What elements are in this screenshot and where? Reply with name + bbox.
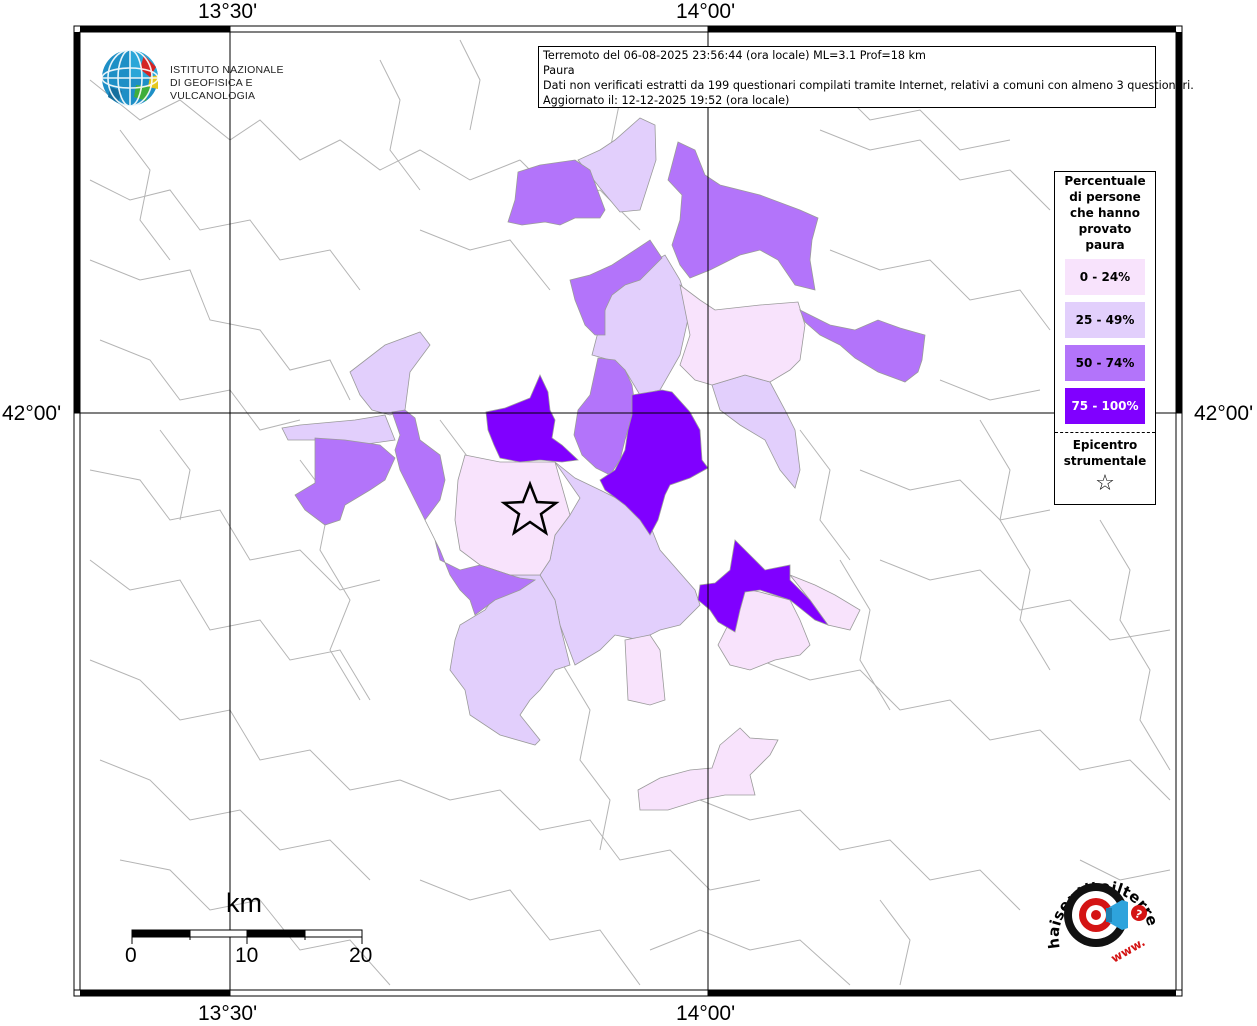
ingv-logo-text: ISTITUTO NAZIONALE DI GEOFISICA E VULCAN… — [170, 64, 320, 103]
legend-class-25-49: 25 - 49% — [1065, 302, 1145, 338]
scale-tick-10: 10 — [235, 944, 259, 967]
legend-divider — [1055, 432, 1155, 433]
legend-title-line: paura — [1085, 238, 1125, 252]
legend-title-line: che hanno — [1070, 206, 1140, 220]
ingv-logo: ISTITUTO NAZIONALE DI GEOFISICA E VULCAN… — [100, 47, 320, 111]
left-label-4200: 42°00' — [2, 402, 62, 425]
globe-icon — [101, 49, 159, 107]
info-line-parameter: Paura — [543, 64, 575, 77]
legend: Percentuale di persone che hanno provato… — [1054, 171, 1156, 505]
bottom-label-1400: 14°00' — [676, 1002, 736, 1025]
legend-class-75-100: 75 - 100% — [1065, 388, 1145, 424]
ingv-logo-line: ISTITUTO NAZIONALE — [170, 64, 284, 76]
legend-epicenter-line: strumentale — [1063, 454, 1147, 468]
ingv-logo-line: DI GEOFISICA E VULCANOLOGIA — [170, 77, 256, 102]
info-line-disclaimer: Dati non verificati estratti da 199 ques… — [543, 79, 1194, 92]
scale-tick-20: 20 — [349, 944, 373, 967]
legend-epicenter-label: Epicentro strumentale — [1055, 437, 1155, 469]
info-line-event: Terremoto del 06-08-2025 23:56:44 (ora l… — [543, 49, 926, 62]
hst-logo: haisentitoilterremoto.it ? www. — [1022, 846, 1180, 980]
right-label-4200: 42°00' — [1194, 402, 1254, 425]
legend-star-icon: ☆ — [1095, 471, 1115, 496]
legend-epicenter-line: Epicentro — [1072, 438, 1138, 452]
scale-title: km — [226, 888, 262, 918]
legend-class-50-74: 50 - 74% — [1065, 345, 1145, 381]
legend-title-line: Percentuale — [1064, 174, 1146, 188]
bottom-label-1330: 13°30' — [198, 1002, 258, 1025]
legend-title-line: di persone — [1069, 190, 1141, 204]
legend-class-0-24: 0 - 24% — [1065, 259, 1145, 295]
info-line-updated: Aggiornato il: 12-12-2025 19:52 (ora loc… — [543, 94, 790, 107]
top-label-1400: 14°00' — [676, 0, 736, 23]
legend-title: Percentuale di persone che hanno provato… — [1055, 172, 1155, 253]
legend-title-line: provato — [1078, 222, 1132, 236]
info-box: Terremoto del 06-08-2025 23:56:44 (ora l… — [538, 46, 1194, 108]
top-label-1330: 13°30' — [198, 0, 258, 23]
scale-tick-0: 0 — [125, 944, 137, 967]
speaker-target-icon: haisentitoilterremoto.it ? www. — [1022, 846, 1161, 966]
